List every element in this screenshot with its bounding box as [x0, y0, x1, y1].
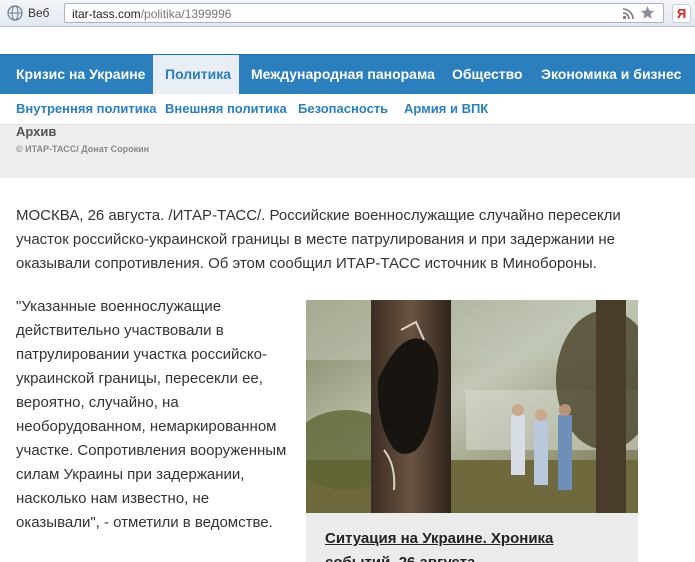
search-mode-label[interactable]: Веб: [28, 6, 49, 20]
nav-item-international[interactable]: Международная панорама: [251, 55, 441, 94]
photo-caption: Архив: [16, 124, 57, 139]
bookmark-star-icon[interactable]: [640, 5, 655, 20]
yandex-button[interactable]: Я: [672, 4, 691, 23]
sub-nav-security[interactable]: Безопасность: [298, 101, 388, 116]
photo-caption-band: Архив © ИТАР-ТАСС/ Донат Сорокин: [0, 124, 695, 178]
url-path: /politika/1399996: [140, 7, 232, 21]
address-bar[interactable]: itar-tass.com/politika/1399996: [64, 3, 664, 23]
address-text[interactable]: itar-tass.com/politika/1399996: [72, 7, 231, 21]
sub-nav: Внутренняя политика Внешняя политика Без…: [0, 94, 695, 124]
globe-icon: [7, 5, 23, 21]
nav-item-society[interactable]: Общество: [452, 55, 532, 94]
main-nav: Кризис на Украине Политика Международная…: [0, 54, 695, 94]
photo-credit: © ИТАР-ТАСС/ Донат Сорокин: [16, 144, 150, 154]
related-article-link[interactable]: Ситуация на Украине. Хроника событий. 26…: [325, 527, 625, 562]
rss-icon[interactable]: [622, 7, 635, 20]
nav-item-economy[interactable]: Экономика и бизнес: [541, 55, 691, 94]
nav-item-politics[interactable]: Политика: [153, 55, 239, 94]
sub-nav-army[interactable]: Армия и ВПК: [404, 101, 488, 116]
article-lead: МОСКВА, 26 августа. /ИТАР-ТАСС/. Российс…: [16, 207, 621, 272]
nav-item-ukraine-crisis[interactable]: Кризис на Украине: [0, 55, 153, 94]
sub-nav-domestic-policy[interactable]: Внутренняя политика: [16, 101, 156, 116]
related-article-card[interactable]: Ситуация на Украине. Хроника событий. 26…: [306, 300, 638, 562]
browser-toolbar: Веб itar-tass.com/politika/1399996 Я: [0, 0, 695, 27]
sub-nav-foreign-policy[interactable]: Внешняя политика: [165, 101, 287, 116]
related-photo[interactable]: [306, 300, 638, 513]
article-quote: "Указанные военнослужащие действительно …: [16, 298, 287, 531]
url-host: itar-tass.com: [72, 7, 141, 21]
